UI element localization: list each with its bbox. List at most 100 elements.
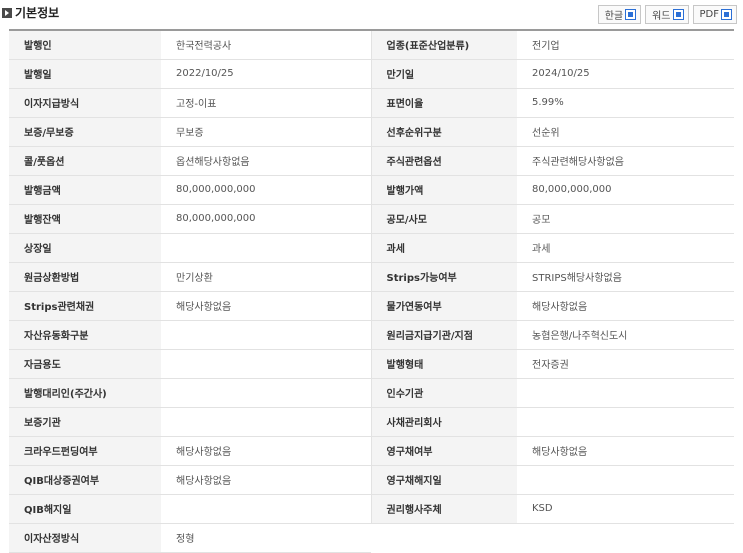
field-value: 전자증권 (517, 349, 734, 379)
field-label: 보증/무보증 (9, 117, 161, 147)
field-value (517, 378, 734, 408)
field-value (161, 494, 371, 524)
table-row: 보증기관 사채관리회사 (9, 407, 734, 437)
field-label: 주식관련옵션 (370, 146, 517, 176)
field-label: 상장일 (9, 233, 161, 263)
field-label: 자금용도 (9, 349, 161, 379)
field-label: 보증기관 (9, 407, 161, 437)
field-value: 한국전력공사 (161, 29, 371, 60)
field-value: 5.99% (517, 88, 734, 118)
download-pdf-label: PDF (699, 9, 719, 20)
title-wrap: 기본정보 (2, 4, 59, 21)
field-value: 주식관련해당사항없음 (517, 146, 734, 176)
field-value: 고정-이표 (161, 88, 371, 118)
field-value: KSD (517, 494, 734, 524)
field-value (161, 378, 371, 408)
download-word-button[interactable]: 워드 (645, 5, 689, 24)
field-label: 선후순위구분 (370, 117, 517, 147)
bond-info-table: 발행인 한국전력공사 업종(표준산업분류) 전기업 발행일 2022/10/25 만기일 20… (9, 29, 734, 553)
download-hwp-button[interactable]: 한글 (597, 5, 642, 24)
field-label: QIB해지일 (9, 494, 161, 524)
field-value (161, 349, 371, 379)
field-label: 영구채여부 (370, 436, 517, 466)
field-label: 발행가액 (370, 175, 517, 205)
field-label: 발행인 (9, 29, 161, 60)
field-label: 발행대리인(주간사) (9, 378, 161, 408)
download-hwp-label: 한글 (604, 11, 624, 22)
section-title: 기본정보 (15, 6, 60, 20)
section-header: 기본정보 한글 워드 PDF (0, 0, 743, 30)
field-value: 해당사항없음 (161, 465, 371, 495)
download-buttons: 한글 워드 PDF (597, 5, 737, 24)
field-value (517, 407, 734, 437)
field-label: 물가연동여부 (370, 291, 517, 321)
field-label: 이자산정방식 (9, 523, 161, 553)
field-label: 인수기관 (370, 378, 517, 408)
field-label: 영구채해지일 (370, 465, 517, 495)
table-row: 원금상환방법 만기상환 Strips가능여부 STRIPS해당사항없음 (9, 262, 734, 292)
field-value: 2024/10/25 (517, 59, 734, 89)
field-value: 옵션해당사항없음 (161, 146, 371, 176)
field-label: Strips관련채권 (9, 291, 161, 321)
table-row: 이자산정방식 정형 (9, 523, 734, 553)
download-word-label: 워드 (652, 11, 671, 22)
field-value (161, 407, 371, 437)
field-label: 원금상환방법 (9, 262, 161, 292)
field-value: 전기업 (517, 29, 734, 60)
table-row: 발행인 한국전력공사 업종(표준산업분류) 전기업 (9, 29, 734, 60)
field-label: 크라우드펀딩여부 (9, 436, 161, 466)
table-row: 자금용도 발행형태 전자증권 (9, 349, 734, 379)
table-row: 보증/무보증 무보증 선후순위구분 선순위 (9, 117, 734, 147)
field-label: 업종(표준산업분류) (370, 29, 517, 60)
field-value: 2022/10/25 (161, 59, 371, 89)
field-value: 공모 (517, 204, 734, 234)
field-value: 해당사항없음 (517, 291, 734, 321)
field-value: 과세 (517, 233, 734, 263)
table-row: 발행잔액 80,000,000,000 공모/사모 공모 (9, 204, 734, 234)
field-label: 과세 (370, 233, 517, 263)
field-label: 만기일 (370, 59, 517, 89)
field-label (371, 523, 517, 552)
field-value (161, 320, 371, 350)
field-label: 원리금지급기관/지점 (370, 320, 517, 350)
download-pdf-button[interactable]: PDF (692, 5, 737, 24)
field-label: 공모/사모 (370, 204, 517, 234)
field-value: 만기상환 (161, 262, 371, 292)
field-label: 사채관리회사 (370, 407, 517, 437)
field-value: 80,000,000,000 (161, 204, 371, 234)
table-row: 자산유동화구분 원리금지급기관/지점 농협은행/나주혁신도시 (9, 320, 734, 350)
field-label: 발행잔액 (9, 204, 161, 234)
field-label: 자산유동화구분 (9, 320, 161, 350)
field-label: QIB대상증권여부 (9, 465, 161, 495)
field-value: 농협은행/나주혁신도시 (517, 320, 734, 350)
field-label: 콜/풋옵션 (9, 146, 161, 176)
field-label: 발행형태 (370, 349, 517, 379)
field-value: 해당사항없음 (161, 291, 371, 321)
table-row: 발행일 2022/10/25 만기일 2024/10/25 (9, 59, 734, 89)
field-value (161, 233, 371, 263)
field-label: Strips가능여부 (370, 262, 517, 292)
table-row: QIB대상증권여부 해당사항없음 영구채해지일 (9, 465, 734, 495)
field-value: 무보증 (161, 117, 371, 147)
field-value: 정형 (161, 523, 371, 553)
table-row: 이자지급방식 고정-이표 표면이율 5.99% (9, 88, 734, 118)
field-value: 선순위 (517, 117, 734, 147)
field-label: 표면이율 (370, 88, 517, 118)
table-row: 크라우드펀딩여부 해당사항없음 영구채여부 해당사항없음 (9, 436, 734, 466)
hwp-icon (625, 9, 637, 20)
field-value (517, 523, 734, 552)
field-label: 발행금액 (9, 175, 161, 205)
table-row: QIB해지일 권리행사주체 KSD (9, 494, 734, 524)
table-row: 콜/풋옵션 옵션해당사항없음 주식관련옵션 주식관련해당사항없음 (9, 146, 734, 176)
field-value: 80,000,000,000 (517, 175, 734, 205)
field-value: 해당사항없음 (517, 436, 734, 466)
field-label: 권리행사주체 (370, 494, 517, 524)
table-row: 상장일 과세 과세 (9, 233, 734, 263)
table-row: 발행금액 80,000,000,000 발행가액 80,000,000,000 (9, 175, 734, 205)
table-row: Strips관련채권 해당사항없음 물가연동여부 해당사항없음 (9, 291, 734, 321)
word-icon (672, 9, 684, 20)
table-row: 발행대리인(주간사) 인수기관 (9, 378, 734, 408)
pdf-icon (721, 9, 732, 20)
bullet-arrow-icon (2, 7, 12, 18)
field-label: 이자지급방식 (9, 88, 161, 118)
